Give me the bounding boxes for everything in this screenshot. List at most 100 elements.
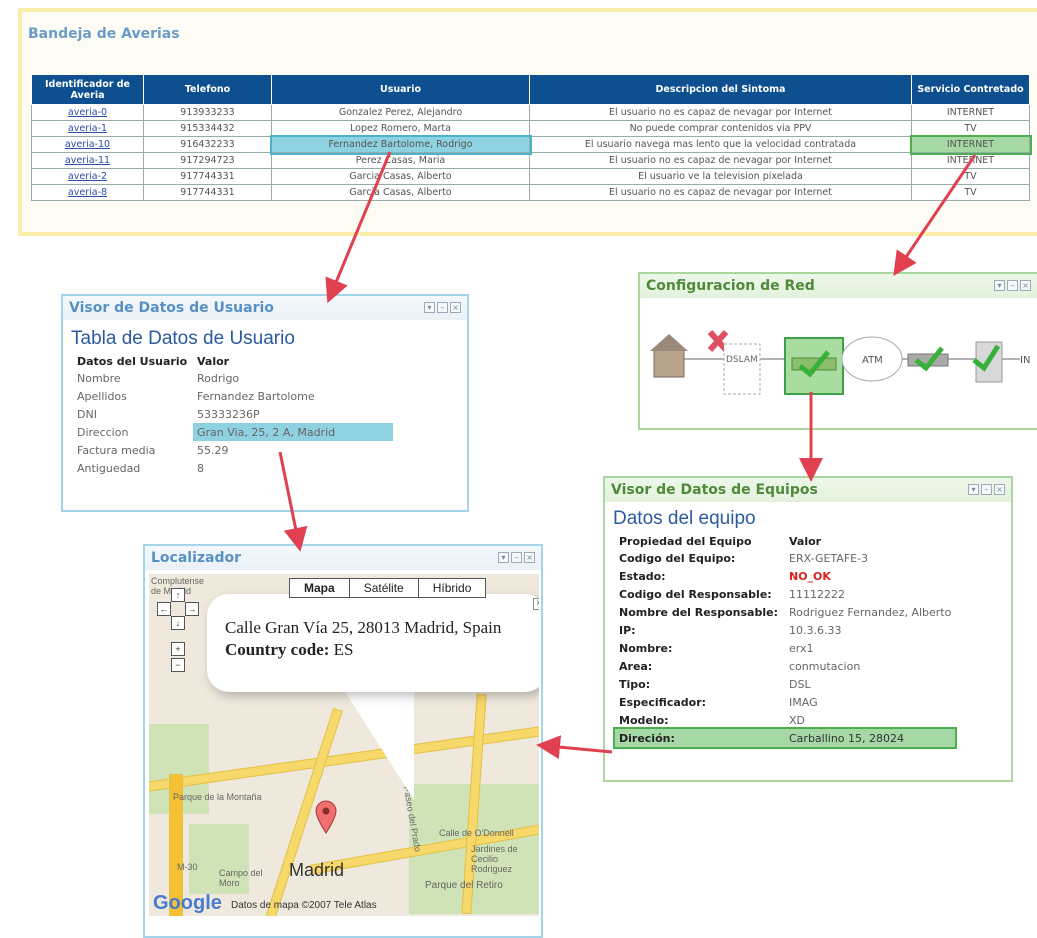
close-icon[interactable]: × [1020, 280, 1031, 291]
router-node[interactable] [907, 346, 949, 372]
map-attribution: Datos de mapa ©2007 Tele Atlas [231, 900, 377, 911]
cell-symptom: No puede comprar contenidos via PPV [529, 120, 912, 137]
col-header-key: Datos del Usuario [77, 355, 188, 368]
map-place-label: Complutense [151, 576, 205, 586]
user-viewer-title[interactable]: Visor de Datos de Usuario [63, 296, 467, 320]
pan-down-button[interactable]: ↓ [171, 616, 185, 630]
table-row[interactable]: averia-11 917294723 Perez Casas, Maria E… [31, 152, 1030, 169]
field-label: DNI [77, 407, 97, 421]
field-label: Area: [619, 659, 653, 673]
cell-service: TV [911, 184, 1030, 201]
minimize-icon[interactable]: – [437, 302, 448, 313]
balloon-close-icon[interactable]: × [533, 598, 539, 610]
locator-title[interactable]: Localizador [145, 546, 541, 570]
table-row[interactable]: averia-10 916432233 Fernandez Bartolome,… [31, 134, 1032, 155]
field-label: Direción: [619, 731, 675, 745]
field-value: 53333236P [197, 407, 260, 421]
equipment-viewer-widget: Visor de Datos de Equipos ▾ – × Datos de… [603, 476, 1013, 782]
close-icon[interactable]: × [524, 552, 535, 563]
collapse-icon[interactable]: ▾ [994, 280, 1005, 291]
zoom-in-button[interactable]: + [171, 642, 185, 656]
col-header-phone[interactable]: Telefono [143, 74, 272, 105]
col-header-user[interactable]: Usuario [271, 74, 530, 105]
collapse-icon[interactable]: ▾ [498, 552, 509, 563]
table-row[interactable]: averia-0 913933233 Gonzalez Perez, Aleja… [31, 104, 1030, 121]
pan-up-button[interactable]: ↑ [171, 588, 185, 602]
cell-phone: 917294723 [143, 152, 272, 169]
window-controls: ▾ – × [498, 552, 535, 563]
averia-link[interactable]: averia-11 [31, 152, 144, 169]
map-type-hybrid[interactable]: Híbrido [419, 579, 486, 597]
user-viewer-widget: Visor de Datos de Usuario ▾ – × Tabla de… [61, 294, 469, 512]
cell-service-selected[interactable]: INTERNET [909, 134, 1032, 155]
atm-cloud[interactable]: ATM [841, 336, 903, 382]
cell-phone: 917744331 [143, 184, 272, 201]
cell-service: INTERNET [911, 152, 1030, 169]
locator-widget: Localizador ▾ – × Complutense de Madrid … [143, 544, 543, 938]
col-header-service[interactable]: Servicio Contretado [911, 74, 1030, 105]
field-value: IMAG [789, 695, 818, 709]
field-value: erx1 [789, 641, 814, 655]
google-logo: Google [153, 892, 222, 914]
map-type-satellite[interactable]: Satélite [350, 579, 419, 597]
table-row[interactable]: averia-2 917744331 Garcia Casas, Alberto… [31, 168, 1030, 185]
map-type-map[interactable]: Mapa [290, 579, 350, 597]
map-place-label: Jardines de Cecilio Rodriguez [471, 844, 518, 874]
col-header-symptom[interactable]: Descripcion del Sintoma [529, 74, 912, 105]
field-value: 55.29 [197, 443, 229, 457]
field-label: Factura media [77, 443, 156, 457]
zoom-out-button[interactable]: − [171, 658, 185, 672]
map-place-label: Campo del Moro [219, 868, 263, 888]
pan-right-button[interactable]: → [185, 602, 199, 616]
server-node[interactable] [972, 341, 1003, 383]
col-header-value: Valor [789, 535, 822, 548]
table-row[interactable]: averia-8 917744331 Garcia Casas, Alberto… [31, 184, 1030, 201]
minimize-icon[interactable]: – [981, 484, 992, 495]
minimize-icon[interactable]: – [511, 552, 522, 563]
close-icon[interactable]: × [994, 484, 1005, 495]
field-value: Carballino 15, 28024 [789, 731, 905, 745]
field-value: DSL [789, 677, 811, 691]
cell-phone: 913933233 [143, 104, 272, 121]
house-icon [650, 334, 688, 378]
cell-phone: 915334432 [143, 120, 272, 137]
averias-table: Identificador de Averia Telefono Usuario… [31, 74, 1032, 201]
map-place-label: Calle de O'Donnell [439, 828, 514, 838]
cell-phone: 916432233 [143, 136, 272, 153]
field-value: Rodrigo [197, 371, 240, 385]
averia-link[interactable]: averia-1 [31, 120, 144, 137]
cell-phone: 917744331 [143, 168, 272, 185]
col-header-id[interactable]: Identificador de Averia [31, 74, 144, 105]
address-row-selected[interactable]: Direción: Carballino 15, 28024 [612, 727, 958, 749]
averia-link[interactable]: averia-10 [31, 136, 144, 153]
minimize-icon[interactable]: – [1007, 280, 1018, 291]
map-place-label: Parque de la Montaña [173, 792, 262, 802]
table-row[interactable]: averia-1 915334432 Lopez Romero, Marta N… [31, 120, 1030, 137]
cell-symptom: El usuario navega mas lento que la veloc… [529, 136, 912, 153]
map-canvas[interactable]: Complutense de Madrid Parque de la Monta… [149, 574, 539, 916]
atm-label: ATM [862, 355, 883, 366]
field-value: Rodriguez Fernandez, Alberto [789, 605, 952, 619]
collapse-icon[interactable]: ▾ [424, 302, 435, 313]
pan-left-button[interactable]: ← [157, 602, 171, 616]
collapse-icon[interactable]: ▾ [968, 484, 979, 495]
cell-user: Garcia Casas, Alberto [271, 184, 530, 201]
close-icon[interactable]: × [450, 302, 461, 313]
cell-user-selected[interactable]: Fernandez Bartolome, Rodrigo [269, 134, 532, 155]
equipment-viewer-title[interactable]: Visor de Datos de Equipos [605, 478, 1011, 502]
selected-device-node[interactable] [784, 337, 844, 395]
dslam-node[interactable]: DSLAM [723, 343, 761, 395]
map-marker-icon[interactable] [315, 800, 337, 834]
address-value-selected[interactable]: Gran Via, 25, 2 A, Madrid [193, 423, 393, 441]
map-type-selector: Mapa Satélite Híbrido [289, 578, 487, 598]
averia-link[interactable]: averia-8 [31, 184, 144, 201]
averia-link[interactable]: averia-0 [31, 104, 144, 121]
network-config-title[interactable]: Configuracion de Red [640, 274, 1037, 298]
fault-x-icon [707, 330, 729, 352]
user-data-table: Datos del Usuario Valor Nombre Rodrigo Ape… [73, 354, 393, 477]
field-value: 11112222 [789, 587, 845, 601]
network-diagram: DSLAM ATM IN [650, 330, 1030, 395]
in-label: IN [1020, 355, 1030, 366]
cell-symptom: El usuario ve la television pixelada [529, 168, 912, 185]
averia-link[interactable]: averia-2 [31, 168, 144, 185]
